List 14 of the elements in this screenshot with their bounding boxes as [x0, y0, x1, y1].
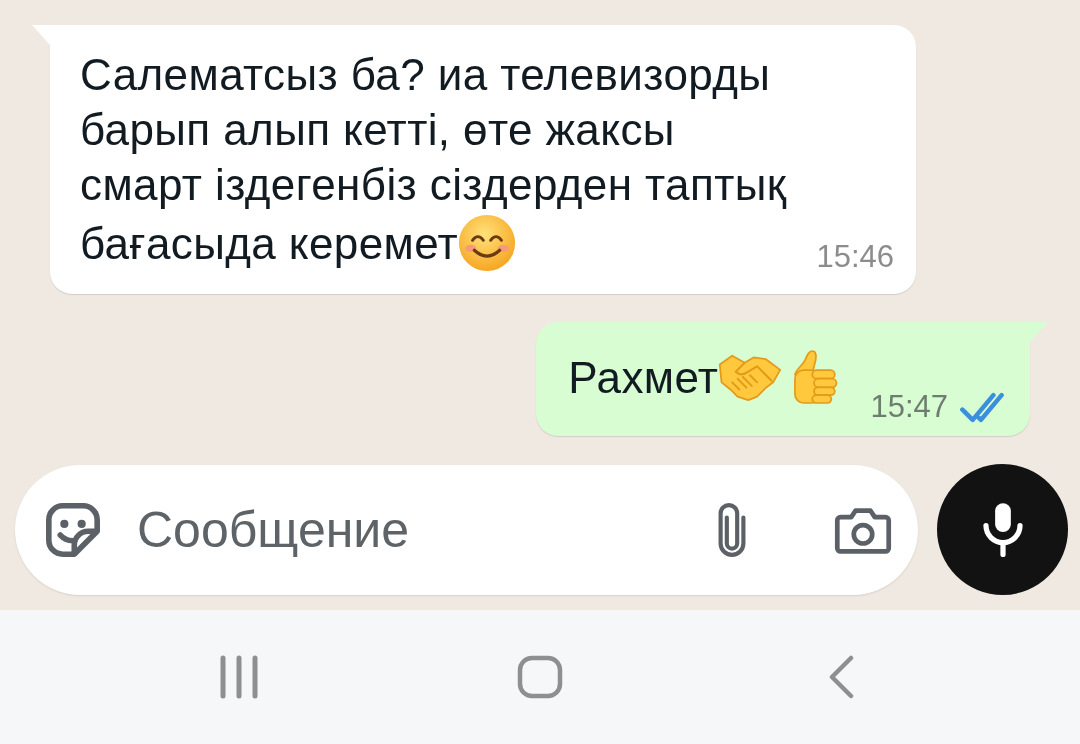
sticker-icon[interactable]: [45, 501, 101, 558]
smiling-face-icon: [458, 214, 517, 272]
message-text-line: Рахмет: [568, 351, 719, 404]
message-field[interactable]: Сообщение: [137, 497, 694, 562]
message-input-bar[interactable]: Сообщение: [15, 464, 918, 595]
handshake-icon: [718, 352, 783, 402]
message-time: 15:47: [870, 390, 948, 424]
message-text-line: Салематсыз ба? иа телевизорды: [80, 49, 771, 101]
microphone-icon: [981, 502, 1024, 557]
message-time: 15:46: [816, 240, 894, 274]
message-text-line: бағасыда керемет: [80, 217, 459, 270]
message-text-line: смарт іздегенбіз сіздерден таптық: [80, 159, 787, 211]
message-text-line: барып алып кетті, өте жаксы: [80, 104, 675, 156]
home-icon[interactable]: [516, 655, 563, 699]
